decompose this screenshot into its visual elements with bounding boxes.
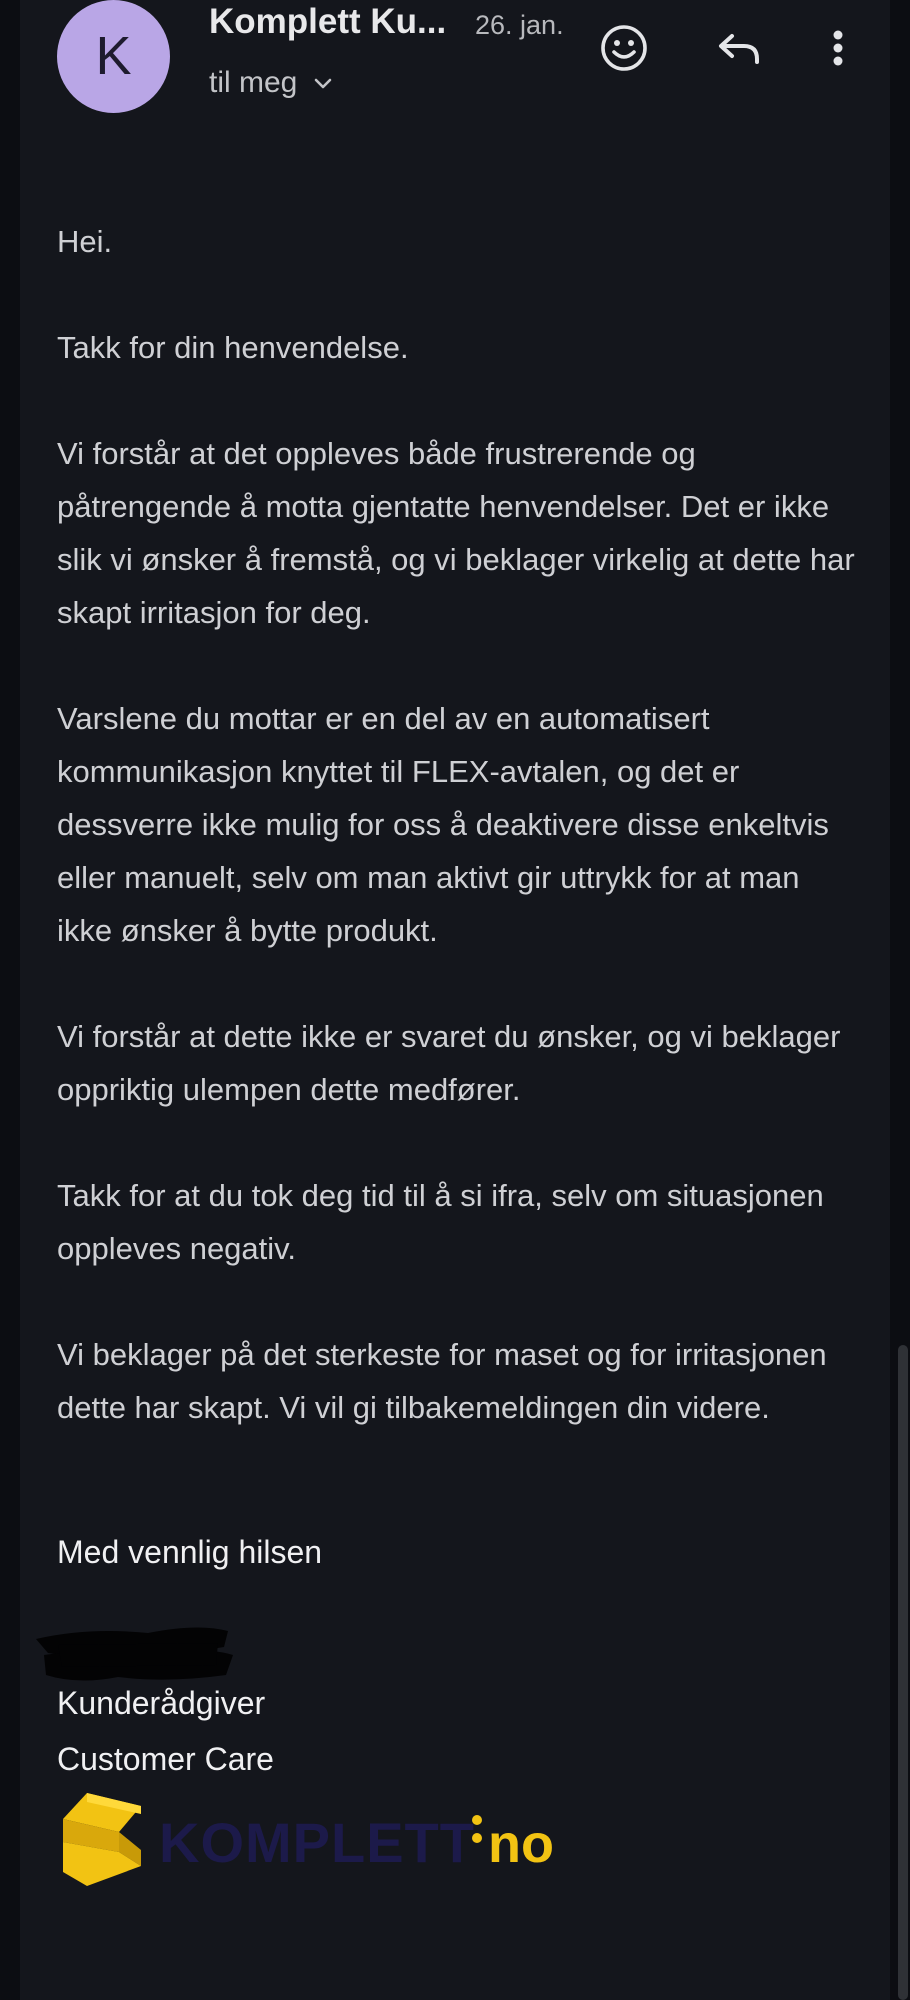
message-paragraph: Hei.: [57, 224, 113, 259]
message-paragraph: Varslene du mottar er en del av en autom…: [57, 701, 829, 948]
add-reaction-button[interactable]: [594, 18, 654, 78]
smiley-icon: [601, 25, 647, 71]
recipient-details-toggle[interactable]: til meg: [209, 66, 335, 100]
message-paragraph: Vi beklager på det sterkeste for maset o…: [57, 1337, 827, 1425]
email-screen: K Komplett Ku... 26. jan. til meg Hei. T…: [0, 0, 910, 2000]
svg-text:KOMPLETT: KOMPLETT: [159, 1811, 475, 1874]
message-paragraph: Vi forstår at dette ikke er svaret du øn…: [57, 1019, 841, 1107]
more-options-button[interactable]: [808, 18, 868, 78]
message-paragraph: Takk for din henvendelse.: [57, 330, 409, 365]
recipient-label: til meg: [209, 66, 298, 99]
logo-mark-icon: [63, 1793, 141, 1886]
closing-line: Med vennlig hilsen: [57, 1534, 323, 1570]
reply-button[interactable]: [709, 18, 769, 78]
redacted-name: [36, 1627, 233, 1681]
sender-name[interactable]: Komplett Ku...: [209, 2, 446, 42]
scrollbar[interactable]: [898, 1345, 908, 2000]
email-date: 26. jan.: [475, 10, 564, 40]
email-header: K Komplett Ku... 26. jan. til meg: [0, 0, 910, 130]
chevron-down-icon: [315, 78, 332, 89]
signature-department: Customer Care: [57, 1741, 274, 1777]
svg-text:no: no: [488, 1814, 554, 1874]
sender-avatar[interactable]: K: [57, 0, 170, 113]
more-vert-icon: [833, 30, 843, 66]
reply-icon: [719, 34, 759, 64]
message-paragraph: Takk for at du tok deg tid til å si ifra…: [57, 1178, 824, 1266]
komplett-logo: KOMPLETT no: [63, 1793, 554, 1886]
message-paragraph: Vi forstår at det oppleves både frustrer…: [57, 436, 855, 630]
message-body: Hei. Takk for din henvendelse. Vi forstå…: [57, 215, 857, 1487]
signature-role: Kunderådgiver: [57, 1685, 266, 1721]
